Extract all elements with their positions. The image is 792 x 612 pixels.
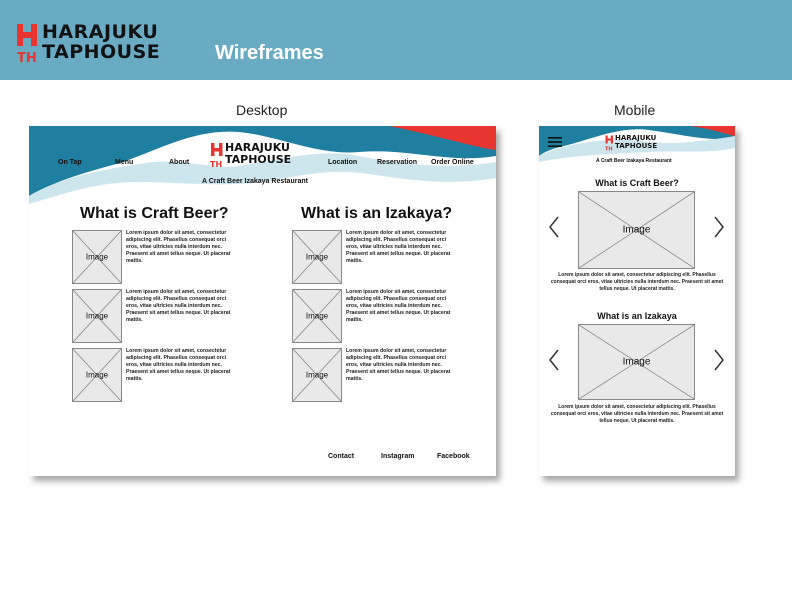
chevron-right-icon[interactable] (713, 216, 725, 238)
hamburger-icon[interactable] (548, 136, 562, 148)
image-placeholder-label: Image (305, 311, 329, 321)
desktop-label: Desktop (236, 102, 288, 118)
image-placeholder-label: Image (85, 252, 109, 262)
body-text: Lorem ipsum dolor sit amet, consectetur … (346, 289, 451, 323)
chevron-left-icon[interactable] (548, 349, 560, 371)
nav-reservation[interactable]: Reservation (377, 159, 417, 166)
body-text: Lorem ipsum dolor sit amet, consectetur … (126, 348, 231, 382)
mobile-label: Mobile (614, 102, 656, 118)
nav-on-tap[interactable]: On Tap (58, 159, 82, 166)
chevron-right-icon[interactable] (713, 349, 725, 371)
body-text: Lorem ipsum dolor sit amet, consectetur … (346, 348, 451, 382)
logo-line-2: TAPHOUSE (225, 153, 292, 166)
image-placeholder: Image (292, 348, 342, 402)
svg-text:TH: TH (17, 51, 37, 64)
logo-mark-icon: TH (210, 143, 223, 168)
nav-location[interactable]: Location (328, 159, 357, 166)
image-placeholder: Image (578, 324, 695, 400)
column-title-craft-beer: What is Craft Beer? (80, 205, 229, 222)
image-placeholder-label: Image (622, 356, 651, 368)
body-text: Lorem ipsum dolor sit amet, consectetur … (550, 272, 724, 292)
tagline: A Craft Beer Izakaya Restaurant (596, 158, 672, 164)
footer-facebook-link[interactable]: Facebook (437, 453, 470, 460)
image-placeholder-label: Image (305, 252, 329, 262)
body-text: Lorem ipsum dolor sit amet, consectetur … (126, 289, 231, 323)
image-placeholder: Image (72, 230, 122, 284)
logo-line-2: TAPHOUSE (42, 41, 161, 63)
logo-line-2: TAPHOUSE (615, 141, 658, 150)
header-banner: TH HARAJUKU TAPHOUSE Wireframes (0, 0, 792, 80)
tagline: A Craft Beer Izakaya Restaurant (202, 178, 308, 185)
mobile-wireframe: TH HARAJUKU TAPHOUSE A Craft Beer Izakay… (539, 126, 735, 476)
svg-text:TH: TH (605, 147, 613, 152)
chevron-left-icon[interactable] (548, 216, 560, 238)
section-title-craft-beer: What is Craft Beer? (595, 178, 679, 188)
image-placeholder-label: Image (85, 370, 109, 380)
footer-instagram-link[interactable]: Instagram (381, 453, 414, 460)
footer-contact-link[interactable]: Contact (328, 453, 354, 460)
image-placeholder: Image (292, 230, 342, 284)
body-text: Lorem ipsum dolor sit amet, consectetur … (346, 230, 451, 264)
image-placeholder-label: Image (85, 311, 109, 321)
nav-about[interactable]: About (169, 159, 189, 166)
column-title-izakaya: What is an Izakaya? (301, 205, 453, 222)
nav-order-online[interactable]: Order Online (431, 159, 474, 166)
desktop-logo[interactable]: TH HARAJUKU TAPHOUSE (210, 142, 316, 169)
image-placeholder-label: Image (305, 370, 329, 380)
desktop-wireframe: On Tap Menu About Location Reservation O… (29, 126, 496, 476)
image-placeholder: Image (72, 289, 122, 343)
image-placeholder: Image (578, 191, 695, 269)
harajuku-taphouse-logo: TH HARAJUKU TAPHOUSE (16, 22, 191, 64)
mobile-logo[interactable]: TH HARAJUKU TAPHOUSE (605, 134, 671, 152)
body-text: Lorem ipsum dolor sit amet, consectetur … (550, 404, 724, 424)
logo-mark-icon: TH (17, 24, 37, 64)
image-placeholder-label: Image (622, 224, 651, 236)
body-text: Lorem ipsum dolor sit amet, consectetur … (126, 230, 231, 264)
svg-text:TH: TH (210, 160, 222, 168)
logo-mark-icon: TH (605, 135, 613, 152)
image-placeholder: Image (72, 348, 122, 402)
nav-menu[interactable]: Menu (115, 159, 133, 166)
section-title-izakaya: What is an Izakaya (597, 311, 677, 321)
image-placeholder: Image (292, 289, 342, 343)
logo-line-1: HARAJUKU (42, 21, 159, 43)
page-title: Wireframes (215, 42, 324, 64)
